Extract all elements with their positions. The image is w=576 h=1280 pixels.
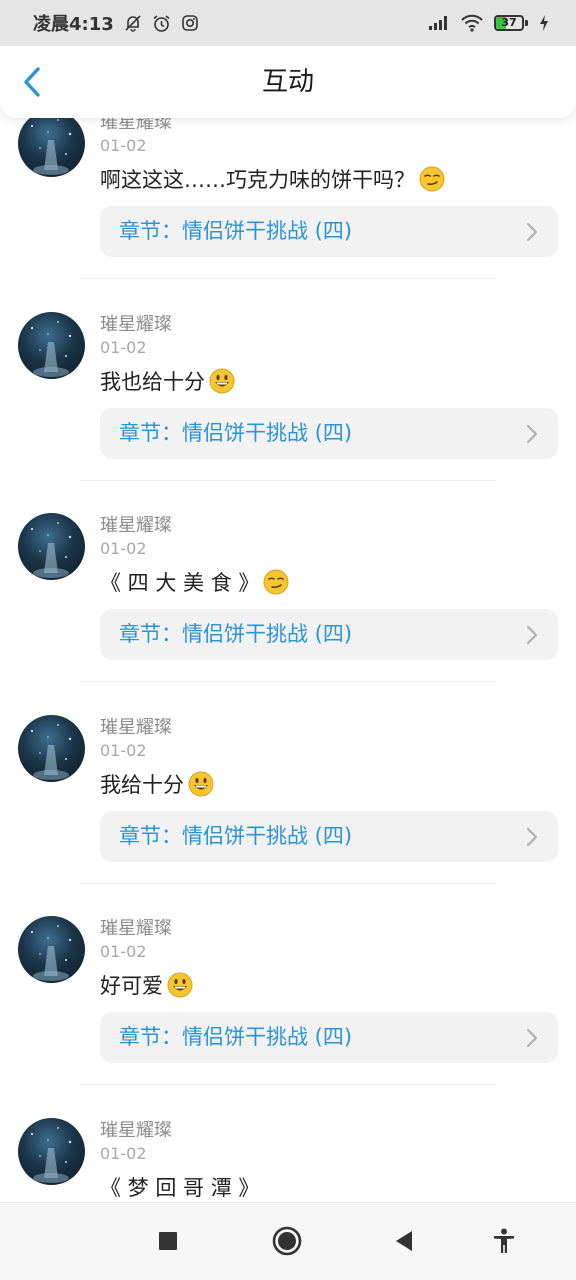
comment-text: 我也给十分 — [100, 366, 235, 396]
comment-text-content: 《 梦 回 哥 潭 》 — [100, 1175, 260, 1200]
username[interactable]: 璀星耀璨 — [100, 914, 172, 940]
battery-body: 37 — [494, 15, 524, 31]
chevron-right-icon — [526, 424, 538, 443]
square-icon[interactable] — [158, 1231, 178, 1251]
home-button[interactable] — [269, 1223, 305, 1259]
divider — [80, 882, 496, 884]
chapter-label: 章节：情侣饼干挑战 (四) — [119, 420, 353, 445]
chapter-link-card[interactable]: 章节：情侣饼干挑战 (四) — [100, 810, 558, 862]
avatar[interactable] — [18, 1117, 85, 1185]
status-bar: 凌晨4:13 37 — [0, 0, 576, 46]
comment-date: 01-02 — [100, 740, 147, 760]
comment-text-content: 《 四 大 美 食 》 — [100, 571, 260, 595]
comment-item: 璀星耀璨 01-02 我给十分 章节：情侣饼干挑战 (四) — [0, 701, 576, 903]
accessibility-icon[interactable] — [492, 1228, 516, 1254]
username[interactable]: 璀星耀璨 — [100, 511, 172, 537]
battery-icon: 37 — [494, 15, 528, 31]
chapter-label: 章节：情侣饼干挑战 (四) — [119, 219, 353, 243]
username[interactable]: 璀星耀璨 — [100, 310, 172, 336]
comment-text-content: 我也给十分 — [100, 369, 205, 394]
comment-date: 01-02 — [100, 136, 147, 155]
accessibility-button[interactable] — [486, 1223, 522, 1259]
instagram-icon — [181, 14, 199, 32]
comment-date: 01-02 — [100, 942, 147, 961]
status-right: 37 — [428, 14, 550, 32]
back-nav-button[interactable] — [386, 1223, 422, 1259]
comment-text: 《 四 大 美 食 》 — [100, 567, 289, 597]
status-time: 凌晨4:13 — [33, 14, 114, 35]
smirk-emoji — [263, 569, 289, 595]
comment-text-content: 啊这这这……巧克力味的饼干吗？ — [100, 168, 415, 192]
comment-item: 璀星耀璨 01-02 《 梦 回 哥 潭 》 章节：情侣饼干挑战 (四) — [0, 1104, 576, 1203]
chapter-link-card[interactable]: 章节：情侣饼干挑战 (四) — [100, 206, 558, 257]
status-left: 凌晨4:13 — [33, 10, 199, 36]
wifi-icon — [460, 14, 484, 32]
recent-apps-button[interactable] — [150, 1223, 186, 1259]
charging-icon — [538, 14, 550, 32]
comment-item: 璀星耀璨 01-02 《 四 大 美 食 》 章节：情侣饼干挑战 (四) — [0, 499, 576, 701]
chevron-right-icon — [526, 827, 538, 846]
chevron-right-icon — [526, 222, 538, 242]
battery-level: 37 — [501, 16, 517, 29]
home-circle-icon[interactable] — [271, 1225, 303, 1257]
smirk-emoji — [419, 166, 445, 192]
chevron-right-icon — [526, 1028, 538, 1048]
comment-date: 01-02 — [100, 539, 147, 558]
comment-date: 01-02 — [100, 337, 147, 357]
username[interactable]: 璀星耀璨 — [100, 713, 172, 739]
chapter-label: 章节：情侣饼干挑战 (四) — [119, 823, 353, 848]
comment-date: 01-02 — [100, 1143, 147, 1163]
comment-list: 璀星耀璨 01-02 啊这这这……巧克力味的饼干吗？ 章节：情侣饼干挑战 (四)… — [0, 96, 576, 1202]
bell-off-icon — [124, 14, 142, 32]
comment-item: 璀星耀璨 01-02 好可爱 章节：情侣饼干挑战 (四) — [0, 902, 576, 1104]
comment-text: 好可爱 — [100, 970, 193, 1000]
grinning-emoji — [209, 368, 235, 394]
chapter-link-card[interactable]: 章节：情侣饼干挑战 (四) — [100, 407, 558, 459]
divider — [80, 479, 496, 481]
comment-text-content: 我给十分 — [100, 772, 184, 797]
comment-text: 啊这这这……巧克力味的饼干吗？ — [100, 164, 445, 194]
system-nav-bar — [0, 1202, 576, 1280]
divider — [80, 1084, 496, 1085]
avatar[interactable] — [18, 311, 85, 379]
back-triangle-icon[interactable] — [394, 1230, 414, 1252]
comment-feed[interactable]: 璀星耀璨 01-02 啊这这这……巧克力味的饼干吗？ 章节：情侣饼干挑战 (四)… — [0, 0, 576, 1202]
page-title: 互动 — [261, 67, 314, 97]
avatar[interactable] — [18, 714, 85, 782]
chapter-label: 章节：情侣饼干挑战 (四) — [119, 1025, 353, 1049]
divider — [80, 278, 496, 279]
signal-icon — [428, 15, 450, 31]
grinning-emoji — [188, 771, 214, 797]
grinning-emoji — [167, 972, 193, 998]
divider — [80, 681, 496, 682]
comment-text: 《 梦 回 哥 潭 》 — [100, 1172, 259, 1202]
alarm-icon — [152, 14, 171, 33]
battery-cap — [525, 20, 528, 26]
avatar[interactable] — [18, 513, 85, 580]
username[interactable]: 璀星耀璨 — [100, 1116, 172, 1142]
comment-text-content: 好可爱 — [100, 974, 163, 998]
chapter-link-card[interactable]: 章节：情侣饼干挑战 (四) — [100, 609, 558, 660]
comment-item: 璀星耀璨 01-02 我也给十分 章节：情侣饼干挑战 (四) — [0, 298, 576, 500]
comment-item: 璀星耀璨 01-02 啊这这这……巧克力味的饼干吗？ 章节：情侣饼干挑战 (四) — [0, 96, 576, 298]
comment-text: 我给十分 — [100, 769, 214, 799]
chevron-right-icon — [526, 625, 538, 645]
avatar[interactable] — [18, 916, 85, 983]
chapter-label: 章节：情侣饼干挑战 (四) — [119, 622, 353, 646]
header: 互动 — [0, 46, 576, 118]
chapter-link-card[interactable]: 章节：情侣饼干挑战 (四) — [100, 1012, 558, 1063]
